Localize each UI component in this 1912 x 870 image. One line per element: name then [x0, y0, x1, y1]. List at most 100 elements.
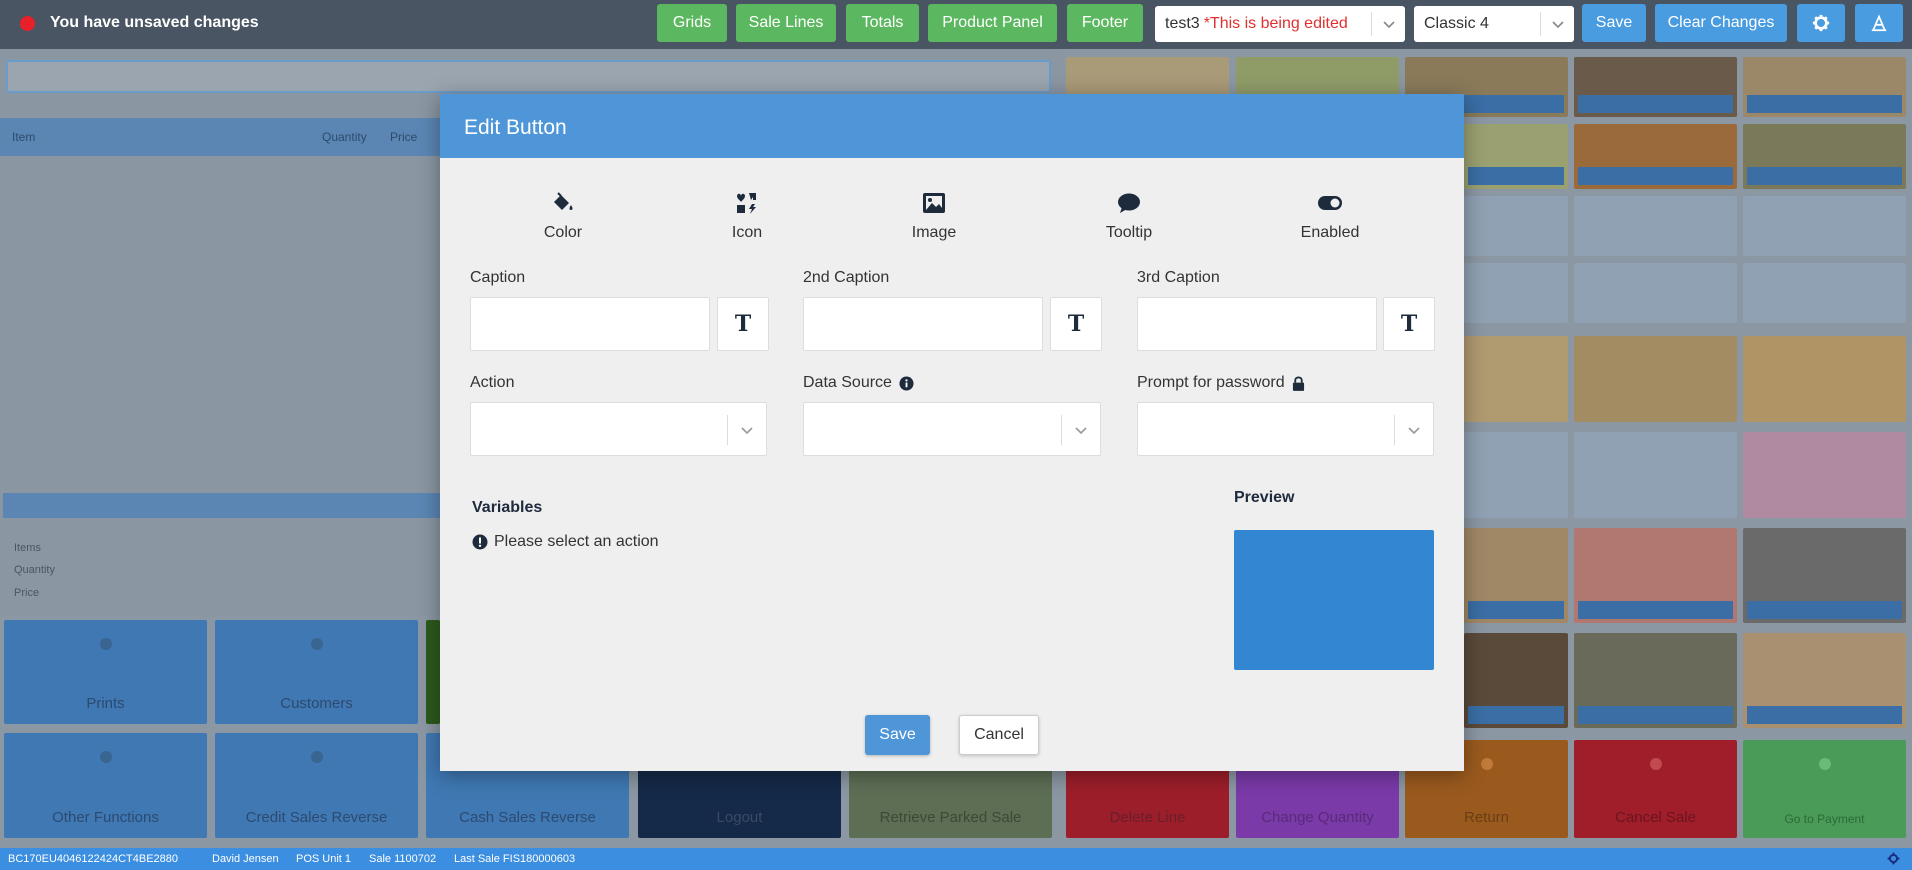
gear-icon	[1812, 14, 1830, 32]
undo-icon	[310, 751, 323, 763]
layout-select[interactable]: test3 *This is being edited	[1155, 6, 1405, 42]
footer-button[interactable]: Footer	[1067, 4, 1143, 42]
password-select[interactable]	[1137, 402, 1434, 456]
function-tile-label: Change Quantity	[1261, 809, 1374, 826]
password-label-text: Prompt for password	[1137, 374, 1285, 391]
caption2-input[interactable]	[803, 297, 1043, 351]
dialog-title: Edit Button	[440, 94, 1464, 158]
cancel-icon	[1649, 758, 1662, 770]
settings-button[interactable]	[1797, 4, 1845, 42]
action-label: Action	[470, 374, 514, 392]
product-tile	[1743, 124, 1906, 189]
caption-input[interactable]	[470, 297, 710, 351]
status-device-id: BC170EU4046122424CT4BE2880	[8, 853, 179, 865]
image-mode-button[interactable]: Image	[864, 190, 1004, 242]
totals-button[interactable]: Totals	[846, 4, 919, 42]
unsaved-changes-text: You have unsaved changes	[50, 14, 259, 31]
caption3-input[interactable]	[1137, 297, 1377, 351]
printer-icon	[99, 638, 112, 650]
product-tile	[1464, 124, 1568, 189]
function-tile-label: Delete Line	[1109, 809, 1186, 826]
function-tile-prints: Prints	[4, 620, 207, 724]
caption3-format-button[interactable]: T	[1383, 297, 1435, 351]
totals-label-quantity: Quantity	[14, 564, 55, 576]
password-label: Prompt for password	[1137, 374, 1305, 392]
comment-icon	[1118, 193, 1140, 213]
datasource-label: Data Source	[803, 374, 914, 392]
totals-label-price: Price	[14, 587, 40, 599]
function-tile-label: Go to Payment	[1784, 812, 1865, 826]
unsaved-indicator-dot	[20, 16, 35, 31]
product-tile	[1574, 57, 1737, 117]
function-tile-partial	[426, 620, 440, 724]
status-pos-unit: POS Unit 1	[296, 853, 352, 865]
dialog-cancel-button[interactable]: Cancel	[959, 715, 1039, 755]
function-tile-label: Logout	[716, 809, 763, 826]
edit-button-dialog: Edit Button Color Icon Image Tooltip Ena…	[440, 94, 1464, 771]
function-tile-label: Cash Sales Reverse	[459, 809, 596, 826]
topbar-save-button[interactable]: Save	[1582, 4, 1646, 42]
empty-grid-tile	[1574, 263, 1737, 323]
icon-mode-label: Icon	[731, 224, 763, 241]
menu-icon	[99, 751, 112, 763]
empty-grid-tile	[1743, 263, 1906, 323]
dialog-save-button[interactable]: Save	[865, 715, 930, 755]
totals-label-items: Items	[14, 542, 41, 554]
action-label-text: Action	[470, 374, 515, 391]
sale-lines-footer-strip	[3, 493, 443, 518]
product-tile	[1574, 528, 1737, 623]
function-tile-cancel-sale: Cancel Sale	[1574, 740, 1737, 838]
product-tile	[1464, 528, 1568, 623]
chevron-down-icon	[741, 427, 753, 435]
gear-icon[interactable]	[1887, 852, 1900, 865]
color-mode-button[interactable]: Color	[493, 190, 633, 242]
info-circle-icon	[899, 375, 914, 391]
product-tile	[1743, 633, 1906, 728]
sale-lines-col-quantity: Quantity	[322, 130, 367, 144]
caption2-label: 2nd Caption	[803, 269, 890, 286]
pen-icon	[1871, 14, 1887, 32]
image-mode-label: Image	[911, 224, 957, 241]
chevron-down-icon	[1075, 427, 1087, 435]
function-tile-label: Customers	[280, 695, 353, 712]
product-tile	[1574, 124, 1737, 189]
clear-changes-button[interactable]: Clear Changes	[1655, 4, 1787, 42]
icon-mode-button[interactable]: Icon	[677, 190, 817, 242]
function-tile-label: Credit Sales Reverse	[245, 809, 388, 826]
grids-button[interactable]: Grids	[657, 4, 727, 42]
function-tile-label: Retrieve Parked Sale	[879, 809, 1022, 826]
function-tile-credit-sales-reverse: Credit Sales Reverse	[215, 733, 418, 838]
product-tile	[1574, 336, 1737, 422]
payment-icon	[1818, 758, 1831, 770]
empty-grid-tile	[1574, 196, 1737, 256]
edit-mode-button[interactable]	[1855, 4, 1903, 42]
top-bar: You have unsaved changes Grids Sale Line…	[0, 0, 1912, 49]
product-tile	[1743, 336, 1906, 422]
status-last-sale: Last Sale FIS180000603	[454, 853, 576, 865]
chevron-down-icon	[1540, 12, 1574, 36]
variables-hint-text: Please select an action	[494, 533, 659, 550]
variables-hint: Please select an action	[472, 533, 659, 551]
caption-format-button[interactable]: T	[717, 297, 769, 351]
theme-select[interactable]: Classic 4	[1414, 6, 1574, 42]
caption2-format-button[interactable]: T	[1050, 297, 1102, 351]
action-select[interactable]	[470, 402, 767, 456]
function-tile-customers: Customers	[215, 620, 418, 724]
function-tile-go-to-payment: Go to Payment	[1743, 740, 1906, 838]
sale-lines-button[interactable]: Sale Lines	[736, 4, 836, 42]
datasource-select[interactable]	[803, 402, 1101, 456]
enabled-mode-button[interactable]: Enabled	[1260, 190, 1400, 242]
image-icon	[923, 193, 945, 213]
tooltip-mode-button[interactable]: Tooltip	[1059, 190, 1199, 242]
paint-bucket-icon	[554, 192, 573, 210]
function-tile-other-functions: Other Functions	[4, 733, 207, 838]
enabled-mode-label: Enabled	[1300, 224, 1360, 241]
empty-grid-tile	[1464, 196, 1568, 256]
lock-icon	[1292, 376, 1304, 391]
tooltip-mode-label: Tooltip	[1105, 224, 1153, 241]
icons-icon	[737, 193, 756, 214]
product-tile	[1743, 57, 1906, 117]
product-tile	[1464, 633, 1568, 728]
product-panel-button[interactable]: Product Panel	[928, 4, 1057, 42]
caption3-label: 3rd Caption	[1137, 269, 1220, 286]
